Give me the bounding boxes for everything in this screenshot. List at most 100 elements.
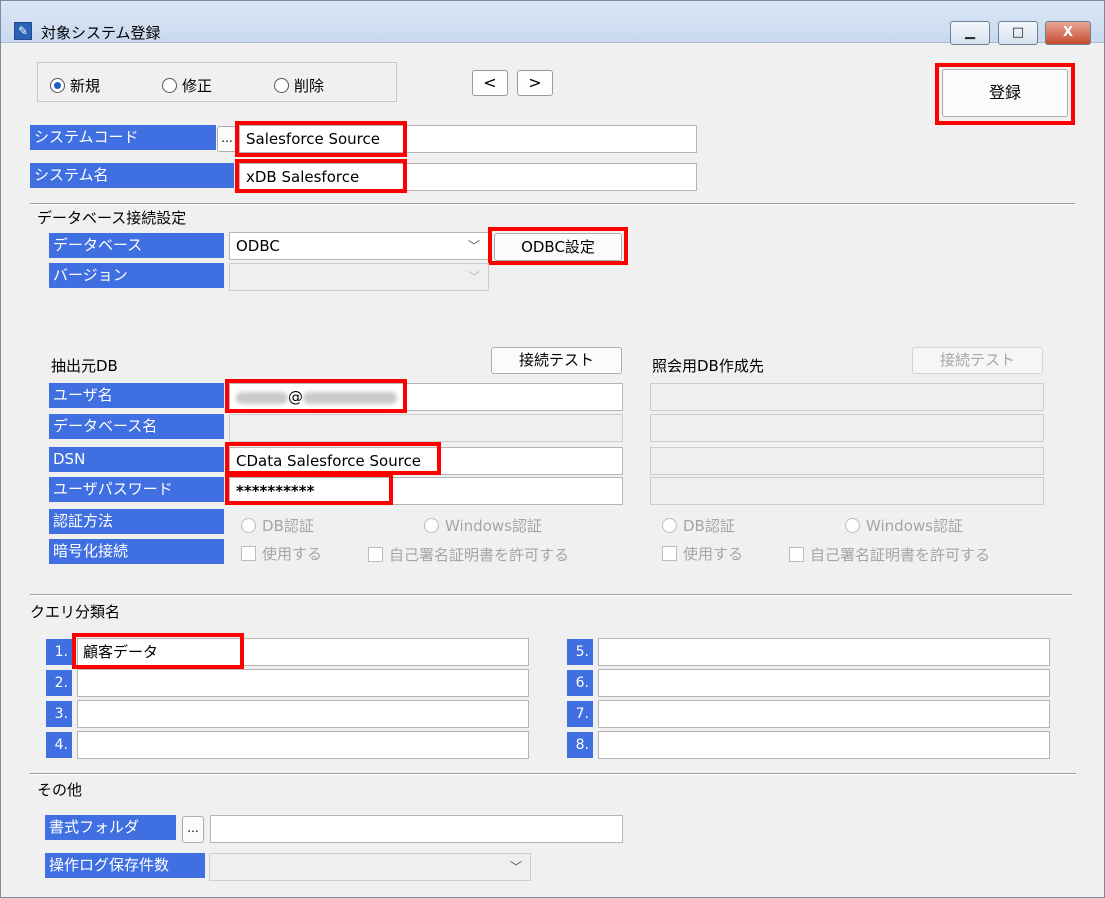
query-username-input[interactable] xyxy=(650,383,1044,411)
window: ✎ 対象システム登録 ▁ □ X 新規 修正 削除 < > 登録 システムコード… xyxy=(0,0,1105,898)
query-category-number: 2. xyxy=(46,670,72,696)
chevron-down-icon: ﹀ xyxy=(467,270,480,284)
query-category-input-4[interactable] xyxy=(77,731,529,759)
radio-new[interactable]: 新規 xyxy=(50,75,100,96)
radio-selected-icon xyxy=(50,78,65,93)
query-selfsigned-label: 自己署名証明書を許可する xyxy=(810,546,991,564)
query-connection-test-button[interactable]: 接続テスト xyxy=(912,347,1043,374)
username-label: ユーザ名 xyxy=(49,383,224,408)
query-selfsigned-checkbox[interactable]: 自己署名証明書を許可する xyxy=(789,544,990,565)
source-encrypt-checkbox[interactable]: 使用する xyxy=(241,543,322,564)
minimize-button[interactable]: ▁ xyxy=(950,21,990,45)
divider xyxy=(30,203,1075,205)
radio-disabled-icon xyxy=(845,518,860,533)
query-category-input-3[interactable] xyxy=(77,700,529,728)
query-category-input-5[interactable] xyxy=(598,638,1050,666)
database-name-input[interactable] xyxy=(229,414,623,442)
radio-new-label: 新規 xyxy=(70,77,101,95)
radio-disabled-icon xyxy=(241,518,256,533)
format-folder-input[interactable] xyxy=(210,815,623,843)
query-database-name-input[interactable] xyxy=(650,414,1044,442)
query-db-title: 照会用DB作成先 xyxy=(652,357,764,375)
system-name-input[interactable]: xDB Salesforce xyxy=(239,163,697,191)
query-category-input-1[interactable]: 顧客データ xyxy=(77,638,529,666)
other-title: その他 xyxy=(37,781,83,799)
checkbox-icon xyxy=(662,546,677,561)
query-auth-windows-radio[interactable]: Windows認証 xyxy=(845,515,963,536)
dsn-label: DSN xyxy=(49,447,224,472)
divider xyxy=(30,773,1076,775)
password-input[interactable]: ********** xyxy=(229,477,623,505)
source-db-title: 抽出元DB xyxy=(51,357,118,375)
chevron-down-icon: ﹀ xyxy=(509,860,522,874)
odbc-settings-button[interactable]: ODBC設定 xyxy=(494,233,622,261)
close-button[interactable]: X xyxy=(1045,21,1091,45)
window-title: 対象システム登録 xyxy=(41,24,161,42)
system-code-label: システムコード xyxy=(30,125,216,150)
database-name-label: データベース名 xyxy=(49,414,224,439)
source-connection-test-button[interactable]: 接続テスト xyxy=(491,347,622,374)
next-button[interactable]: > xyxy=(517,70,553,96)
query-category-number: 6. xyxy=(567,670,593,696)
system-name-label: システム名 xyxy=(30,163,234,188)
checkbox-icon xyxy=(241,546,256,561)
query-category-number: 5. xyxy=(567,639,593,665)
query-password-input[interactable] xyxy=(650,477,1044,505)
database-select-value: ODBC xyxy=(236,237,280,255)
log-count-select[interactable]: ﹀ xyxy=(209,853,531,881)
radio-unselected-icon xyxy=(274,78,289,93)
mode-radio-group: 新規 修正 削除 xyxy=(37,62,397,102)
query-category-number: 7. xyxy=(567,701,593,727)
version-select[interactable]: ﹀ xyxy=(229,263,489,291)
source-auth-windows-radio[interactable]: Windows認証 xyxy=(424,515,542,536)
query-category-input-6[interactable] xyxy=(598,669,1050,697)
version-label: バージョン xyxy=(49,263,224,288)
system-code-input[interactable]: Salesforce Source xyxy=(239,125,697,153)
divider xyxy=(30,594,1072,596)
auth-method-label: 認証方法 xyxy=(49,509,224,534)
radio-edit-label: 修正 xyxy=(182,77,213,95)
query-dsn-input[interactable] xyxy=(650,447,1044,475)
register-button[interactable]: 登録 xyxy=(942,69,1068,117)
dsn-input[interactable]: CData Salesforce Source xyxy=(229,447,623,475)
query-category-title: クエリ分類名 xyxy=(30,603,121,621)
maximize-button[interactable]: □ xyxy=(998,21,1038,45)
query-encrypt-label: 使用する xyxy=(683,545,744,563)
query-category-input-2[interactable] xyxy=(77,669,529,697)
query-category-number: 3. xyxy=(46,701,72,727)
radio-disabled-icon xyxy=(662,518,677,533)
title-bar: ✎ 対象システム登録 ▁ □ X xyxy=(1,1,1104,45)
query-encrypt-checkbox[interactable]: 使用する xyxy=(662,543,743,564)
source-auth-windows-label: Windows認証 xyxy=(445,517,542,535)
redacted-text xyxy=(303,391,397,404)
database-label: データベース xyxy=(49,233,224,258)
username-input[interactable]: @ xyxy=(229,383,623,411)
password-label: ユーザパスワード xyxy=(49,477,224,502)
log-count-label: 操作ログ保存件数 xyxy=(45,853,205,878)
source-selfsigned-checkbox[interactable]: 自己署名証明書を許可する xyxy=(368,544,569,565)
source-auth-db-radio[interactable]: DB認証 xyxy=(241,515,314,536)
radio-delete[interactable]: 削除 xyxy=(274,75,324,96)
radio-edit[interactable]: 修正 xyxy=(162,75,212,96)
source-selfsigned-label: 自己署名証明書を許可する xyxy=(389,546,570,564)
app-wrench-icon: ✎ xyxy=(14,22,32,40)
encryption-label: 暗号化接続 xyxy=(49,539,224,564)
format-folder-picker-button[interactable]: ... xyxy=(182,816,204,843)
prev-button[interactable]: < xyxy=(472,70,508,96)
checkbox-icon xyxy=(368,547,383,562)
query-category-number: 8. xyxy=(567,732,593,758)
query-auth-windows-label: Windows認証 xyxy=(866,517,963,535)
source-auth-db-label: DB認証 xyxy=(262,517,314,535)
source-encrypt-label: 使用する xyxy=(262,545,323,563)
redacted-text xyxy=(236,391,288,404)
format-folder-label: 書式フォルダ xyxy=(45,815,176,840)
system-code-picker-button[interactable]: ... xyxy=(217,126,237,152)
query-category-input-7[interactable] xyxy=(598,700,1050,728)
query-category-input-8[interactable] xyxy=(598,731,1050,759)
database-select[interactable]: ODBC ﹀ xyxy=(229,232,489,260)
checkbox-icon xyxy=(789,547,804,562)
query-auth-db-radio[interactable]: DB認証 xyxy=(662,515,735,536)
query-category-number: 1. xyxy=(46,639,72,665)
chevron-down-icon: ﹀ xyxy=(467,239,480,253)
radio-unselected-icon xyxy=(162,78,177,93)
